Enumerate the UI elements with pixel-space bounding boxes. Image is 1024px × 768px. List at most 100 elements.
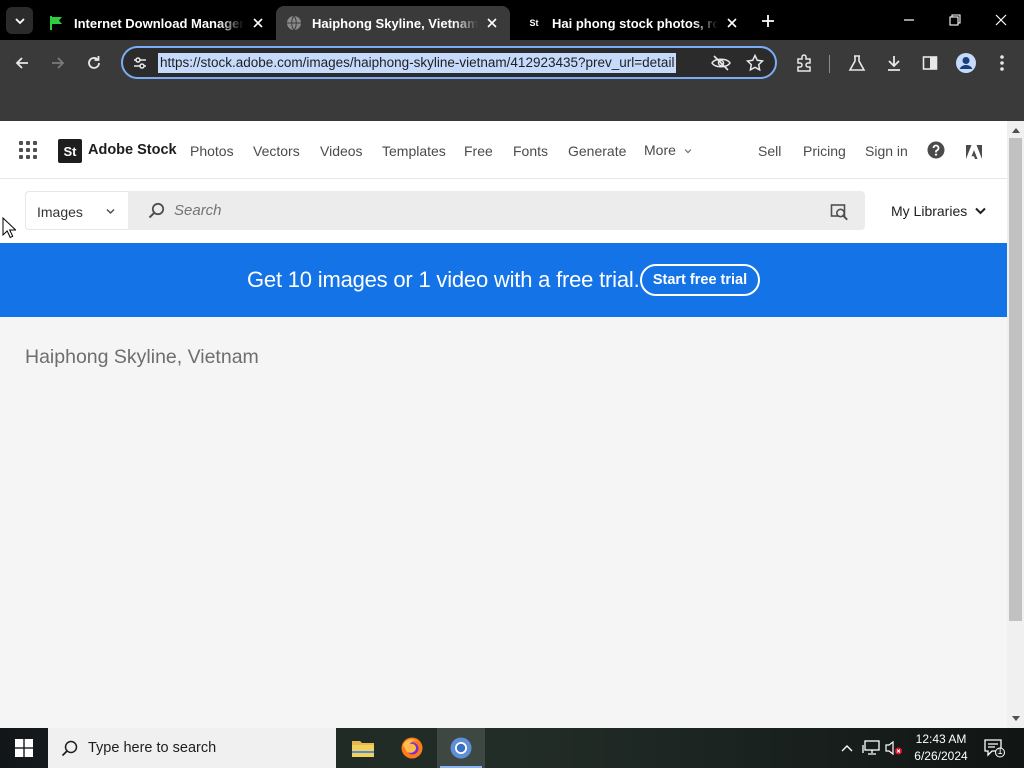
nav-sell[interactable]: Sell	[758, 143, 781, 159]
close-window-button[interactable]	[989, 8, 1013, 32]
minimize-icon	[904, 19, 914, 21]
tab-title: Internet Download Manager is	[74, 15, 244, 31]
minimize-button[interactable]	[897, 8, 921, 32]
start-free-trial-button[interactable]: Start free trial	[640, 264, 760, 296]
browser-menu-button[interactable]	[990, 51, 1014, 75]
close-icon[interactable]	[724, 15, 740, 31]
nav-fonts[interactable]: Fonts	[513, 143, 548, 159]
adobe-stock-logo[interactable]: St	[58, 139, 82, 163]
start-button[interactable]	[0, 728, 48, 768]
nav-photos[interactable]: Photos	[190, 143, 234, 159]
chevron-down-icon	[684, 149, 692, 154]
search-icon	[147, 201, 165, 219]
nav-generate[interactable]: Generate	[568, 143, 626, 159]
eye-off-icon[interactable]	[711, 53, 731, 73]
brand-name[interactable]: Adobe Stock	[88, 142, 177, 158]
show-hidden-icons-button[interactable]	[838, 739, 856, 757]
extensions-button[interactable]	[792, 51, 816, 75]
browser-toolbar: https://stock.adobe.com/images/haiphong-…	[0, 40, 1024, 121]
close-icon[interactable]	[484, 15, 500, 31]
site-settings-icon[interactable]	[131, 54, 149, 72]
kebab-menu-icon	[1000, 55, 1004, 71]
side-panel-icon	[922, 56, 938, 70]
nav-sign-in[interactable]: Sign in	[865, 143, 908, 159]
banner-message: Get 10 images or 1 video with a free tri…	[247, 267, 640, 292]
address-bar[interactable]: https://stock.adobe.com/images/haiphong-…	[121, 46, 777, 79]
tab-haiphong-skyline[interactable]: Haiphong Skyline, Vietnam Sto	[276, 6, 510, 40]
puzzle-icon	[797, 54, 811, 72]
profile-button[interactable]	[954, 51, 978, 75]
help-icon[interactable]	[927, 141, 945, 159]
nav-videos[interactable]: Videos	[320, 143, 363, 159]
labs-button[interactable]	[845, 51, 869, 75]
reload-button[interactable]	[82, 51, 106, 75]
chrome-button[interactable]	[437, 728, 485, 768]
side-panel-button[interactable]	[918, 51, 942, 75]
file-explorer-button[interactable]	[339, 728, 387, 768]
downloads-button[interactable]	[882, 51, 906, 75]
asset-type-dropdown[interactable]: Images	[25, 191, 128, 230]
arrow-right-icon	[52, 57, 65, 69]
browser-tab-strip: Internet Download Manager is Haiphong Sk…	[0, 0, 1024, 40]
mouse-cursor-icon	[2, 217, 16, 239]
close-icon	[995, 14, 1007, 26]
chrome-icon	[450, 737, 472, 759]
adobe-stock-icon: St	[529, 18, 539, 28]
chevron-down-icon	[105, 206, 115, 216]
volume-muted-icon	[885, 740, 902, 756]
download-icon	[888, 56, 900, 71]
restore-icon	[949, 14, 961, 26]
volume-button[interactable]	[885, 739, 903, 757]
network-button[interactable]	[862, 739, 880, 757]
my-libraries-button[interactable]: My Libraries	[891, 203, 986, 219]
scroll-down-icon[interactable]	[1011, 714, 1020, 723]
notification-center-button[interactable]: 1	[982, 737, 1006, 759]
search-input[interactable]	[174, 199, 774, 221]
tab-search-button[interactable]	[6, 7, 33, 34]
toolbar-divider	[829, 55, 830, 73]
nav-pricing[interactable]: Pricing	[803, 143, 846, 159]
flask-icon	[848, 55, 866, 71]
visual-search-icon[interactable]	[829, 201, 849, 221]
forward-button[interactable]	[46, 51, 70, 75]
clock-time: 12:43 AM	[915, 732, 967, 746]
back-button[interactable]	[10, 51, 34, 75]
new-tab-button[interactable]	[758, 11, 778, 31]
nav-vectors[interactable]: Vectors	[253, 143, 300, 159]
nav-free[interactable]: Free	[464, 143, 493, 159]
folder-icon	[352, 741, 374, 757]
chevron-down-icon	[974, 205, 986, 217]
notification-count: 1	[997, 746, 1003, 756]
url-text[interactable]: https://stock.adobe.com/images/haiphong-…	[158, 53, 677, 73]
nav-more[interactable]: More	[644, 142, 692, 158]
apps-grid-icon[interactable]	[19, 141, 37, 159]
close-icon[interactable]	[250, 15, 266, 31]
vertical-scrollbar[interactable]	[1007, 121, 1024, 728]
free-trial-banner: Get 10 images or 1 video with a free tri…	[0, 243, 1007, 317]
my-libraries-label: My Libraries	[891, 203, 968, 219]
restore-button[interactable]	[943, 8, 967, 32]
screen: Internet Download Manager is Haiphong Sk…	[0, 0, 1024, 768]
plus-icon	[762, 15, 774, 27]
avatar-icon	[956, 53, 976, 73]
tab-title: Haiphong Skyline, Vietnam Sto	[312, 15, 478, 31]
taskbar-search-placeholder: Type here to search	[88, 740, 217, 756]
globe-icon	[286, 15, 302, 31]
scrollbar-thumb[interactable]	[1009, 138, 1022, 621]
reload-icon	[88, 56, 100, 69]
chevron-up-icon	[841, 745, 853, 752]
nav-templates[interactable]: Templates	[382, 143, 446, 159]
tab-hai-phong-stock-photos[interactable]: St Hai phong stock photos, royalt	[516, 6, 750, 40]
scroll-up-icon[interactable]	[1011, 125, 1020, 134]
tab-internet-download-manager[interactable]: Internet Download Manager is	[38, 6, 276, 40]
asset-type-label: Images	[37, 204, 83, 220]
chevron-down-icon	[14, 17, 25, 24]
bookmark-star-icon[interactable]	[745, 53, 765, 73]
adobe-logo-icon[interactable]	[965, 143, 983, 161]
search-box	[128, 191, 865, 230]
firefox-button[interactable]	[388, 728, 436, 768]
page-title: Haiphong Skyline, Vietnam	[25, 346, 259, 368]
system-clock[interactable]: 12:43 AM 6/26/2024	[903, 731, 979, 765]
taskbar-search-box[interactable]: Type here to search	[48, 728, 336, 768]
web-page: St Adobe Stock Photos Vectors Videos Tem…	[0, 121, 1007, 728]
